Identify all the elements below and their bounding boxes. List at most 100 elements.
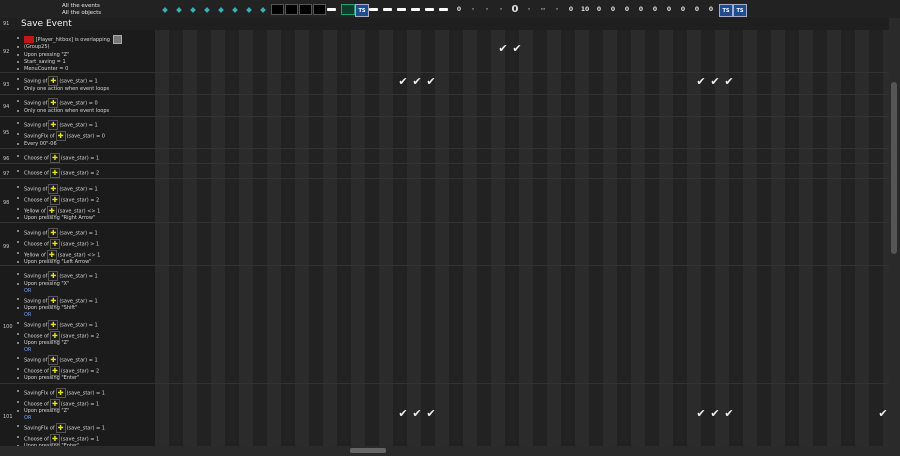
object-header-icon[interactable]: · xyxy=(551,4,563,15)
horizontal-scroll-thumb[interactable] xyxy=(350,448,386,453)
checkmark-icon[interactable]: ✔ xyxy=(709,76,721,88)
condition-line[interactable]: Only one action when event loops xyxy=(16,86,110,92)
condition-line[interactable]: SavingFlx of ✚ (save_star) = 1 xyxy=(17,423,105,433)
condition-line[interactable]: Saving of ✚ (save_star) = 0 xyxy=(17,98,98,108)
checkmark-icon[interactable]: ✔ xyxy=(411,408,423,420)
object-header-icon[interactable]: 0 xyxy=(663,4,675,15)
object-header-icon[interactable] xyxy=(243,4,255,15)
checkmark-icon[interactable]: ✔ xyxy=(425,408,437,420)
checkmark-icon[interactable]: ✔ xyxy=(723,76,735,88)
condition-line[interactable]: Upon pressing "Z" xyxy=(16,52,69,58)
object-header-icon[interactable]: 0 xyxy=(593,4,605,15)
checkmark-icon[interactable]: ✔ xyxy=(723,408,735,420)
checkmark-icon[interactable]: ✔ xyxy=(695,408,707,420)
checkmark-icon[interactable]: ✔ xyxy=(497,43,509,55)
object-header-icon[interactable] xyxy=(187,4,199,15)
condition-line[interactable]: Upon pressing "Z" xyxy=(16,340,69,346)
condition-line[interactable]: Choose of ✚ (save_star) = 2 xyxy=(16,195,99,205)
condition-line[interactable]: [Player_hitbox] is overlapping xyxy=(17,35,122,44)
save-star-icon: ✚ xyxy=(48,355,59,365)
condition-line[interactable]: Upon pressing "Z" xyxy=(16,408,69,414)
object-header-icon[interactable]: · xyxy=(467,4,479,15)
object-header-icon[interactable] xyxy=(229,4,241,15)
condition-text: Choose of xyxy=(24,170,49,177)
checkmark-icon[interactable]: ✔ xyxy=(397,76,409,88)
object-header-icon[interactable] xyxy=(425,8,434,11)
condition-line[interactable]: Only one action when event loops xyxy=(16,108,109,114)
checkmark-icon[interactable]: ✔ xyxy=(411,76,423,88)
object-header-icon[interactable]: 0 xyxy=(621,4,633,15)
object-header-icon[interactable]: TS xyxy=(719,4,733,17)
checkmark-icon[interactable]: ✔ xyxy=(695,76,707,88)
condition-line[interactable]: Every 00"-06 xyxy=(17,141,57,147)
object-header-icon[interactable] xyxy=(327,8,336,11)
object-header-icon[interactable] xyxy=(341,4,355,15)
condition-line[interactable]: Choose of ✚ (save_star) > 1 xyxy=(16,239,99,249)
event-separator xyxy=(0,163,890,164)
condition-line[interactable]: Saving of ✚ (save_star) = 1 xyxy=(17,228,98,238)
object-header-icon[interactable] xyxy=(369,8,378,11)
condition-text: Choose of xyxy=(24,436,49,443)
object-header-icon[interactable]: 0 xyxy=(677,4,689,15)
condition-line[interactable]: Upon pressing "Enter" xyxy=(16,375,79,381)
condition-line[interactable]: Saving of ✚ (save_star) = 1 xyxy=(17,120,98,130)
condition-line[interactable]: SavingFlx of ✚ (save_star) = 0 xyxy=(17,131,105,141)
all-events-label[interactable]: All the events xyxy=(62,3,100,9)
object-header-icon[interactable]: 0 xyxy=(635,4,647,15)
object-header-icon[interactable]: 0 xyxy=(649,4,661,15)
condition-text: Only one action when event loops xyxy=(24,86,110,92)
condition-line[interactable]: Choose of ✚ (save_star) = 1 xyxy=(16,153,99,163)
horizontal-scrollbar[interactable] xyxy=(0,446,900,456)
checkmark-icon[interactable]: ✔ xyxy=(877,408,889,420)
checkmark-icon[interactable]: ✔ xyxy=(425,76,437,88)
checkmark-icon[interactable]: ✔ xyxy=(397,408,409,420)
object-header-icon[interactable] xyxy=(285,4,298,15)
object-header-icon[interactable] xyxy=(313,4,326,15)
object-header-icon[interactable]: · xyxy=(523,4,535,15)
condition-line[interactable]: Upon pressing "X" xyxy=(16,281,69,287)
or-operator[interactable]: OR xyxy=(24,288,31,294)
condition-line[interactable]: Saving of ✚ (save_star) = 1 xyxy=(17,355,98,365)
object-header-icon[interactable]: TS xyxy=(355,4,369,17)
condition-line[interactable]: Saving of ✚ (save_star) = 1 xyxy=(17,76,98,86)
object-header-icon[interactable] xyxy=(257,4,269,15)
object-header-icon[interactable]: 0 xyxy=(691,4,703,15)
object-header-icon[interactable] xyxy=(383,8,392,11)
object-header-icon[interactable] xyxy=(201,4,213,15)
condition-line[interactable]: SavingFlx of ✚ (save_star) = 1 xyxy=(17,388,105,398)
object-header-icon[interactable]: 0 xyxy=(607,4,619,15)
object-header-icon[interactable]: 0 xyxy=(453,4,465,15)
object-header-icon[interactable] xyxy=(299,4,312,15)
object-header-icon[interactable] xyxy=(159,4,171,15)
condition-line[interactable]: Upon pressing "Shift" xyxy=(16,305,77,311)
or-operator[interactable]: OR xyxy=(24,415,31,421)
object-header-icon[interactable]: · xyxy=(495,4,507,15)
checkmark-icon[interactable]: ✔ xyxy=(709,408,721,420)
or-operator[interactable]: OR xyxy=(24,347,31,353)
vertical-scroll-thumb[interactable] xyxy=(891,82,897,254)
condition-line[interactable]: (Group25) xyxy=(17,44,50,50)
object-header-icon[interactable] xyxy=(411,8,420,11)
object-header-icon[interactable]: 0 xyxy=(509,4,521,15)
object-header-icon[interactable]: 0 xyxy=(705,4,717,15)
object-header-icon[interactable]: 10 xyxy=(579,4,591,15)
condition-line[interactable]: Saving of ✚ (save_star) = 1 xyxy=(17,320,98,330)
object-header-icon[interactable] xyxy=(215,4,227,15)
object-header-icon[interactable]: ·· xyxy=(537,4,549,15)
object-header-icon[interactable] xyxy=(397,8,406,11)
object-header-icon[interactable]: TS xyxy=(733,4,747,17)
condition-value: (save_star) = 1 xyxy=(59,298,98,305)
object-header-icon[interactable] xyxy=(271,4,284,15)
condition-line[interactable]: Upon pressing "Right Arrow" xyxy=(16,215,95,221)
object-header-icon[interactable]: 0 xyxy=(565,4,577,15)
condition-line[interactable]: Start_saving = 1 xyxy=(17,59,66,65)
all-objects-label[interactable]: All the objects xyxy=(62,10,101,16)
or-operator[interactable]: OR xyxy=(24,312,31,318)
condition-line[interactable]: Saving of ✚ (save_star) = 1 xyxy=(17,184,98,194)
object-header-icon[interactable] xyxy=(439,8,448,11)
checkmark-icon[interactable]: ✔ xyxy=(511,43,523,55)
condition-line[interactable]: Choose of ✚ (save_star) = 2 xyxy=(16,168,99,178)
condition-line[interactable]: Saving of ✚ (save_star) = 1 xyxy=(17,271,98,281)
object-header-icon[interactable] xyxy=(173,4,185,15)
object-header-icon[interactable]: · xyxy=(481,4,493,15)
